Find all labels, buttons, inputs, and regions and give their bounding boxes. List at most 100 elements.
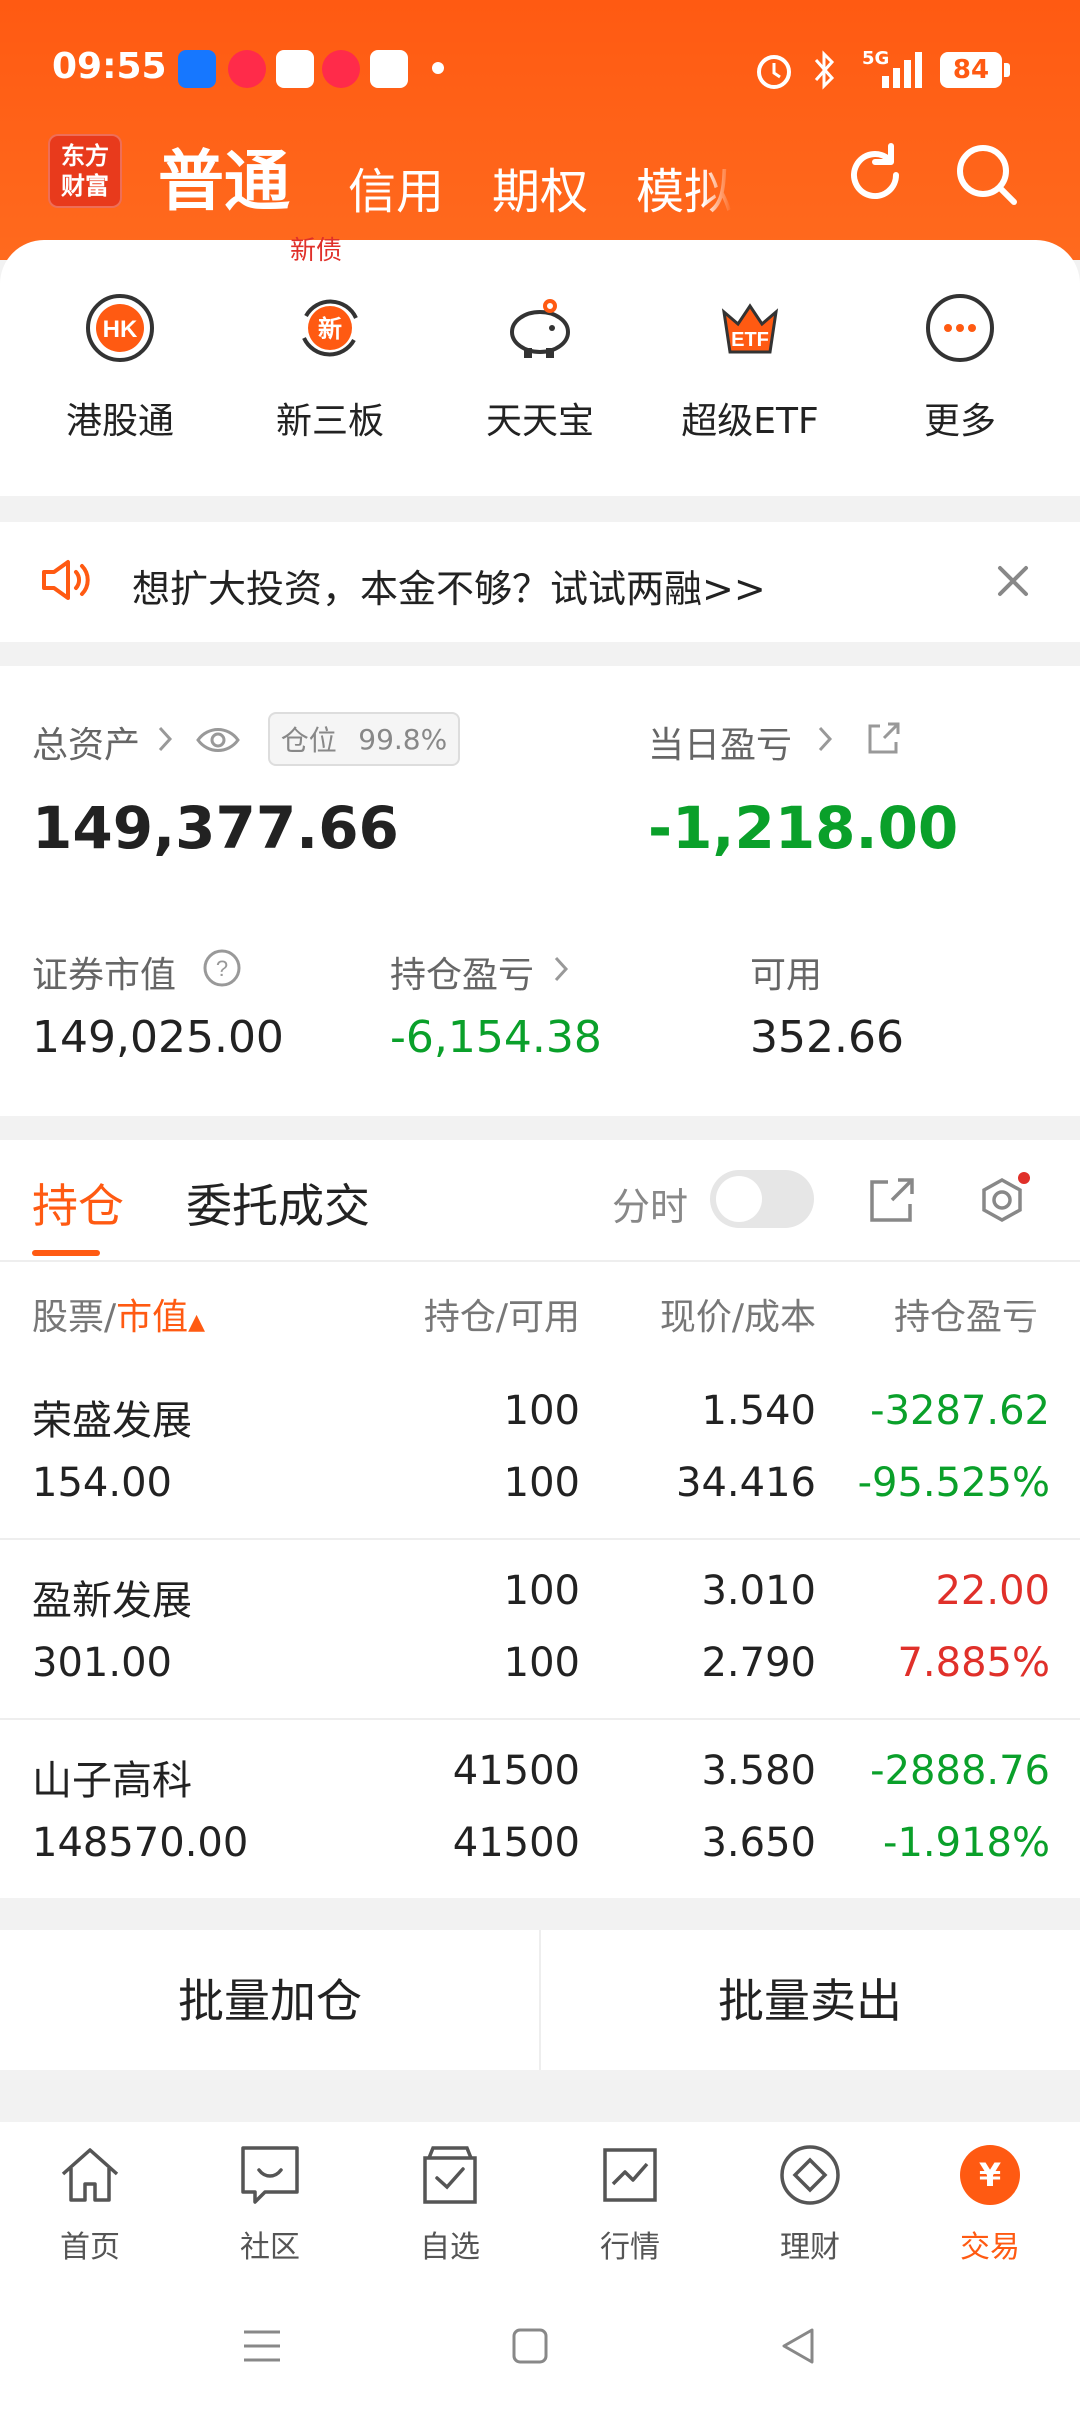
stock-cost: 3.650 [701,1820,816,1866]
quick-item-label: 天天宝 [485,401,594,442]
community-icon [241,2146,299,2204]
table-row[interactable] [0,1540,1080,1718]
notification-app-icon [370,50,408,88]
quick-item-new-third-board[interactable]: 新 新三板 [250,292,410,444]
daily-pnl-value: -1,218.00 [648,794,959,862]
refresh-icon[interactable] [840,140,910,210]
quick-item-super-etf[interactable]: ETF 超级ETF [670,292,830,444]
chevron-right-icon [554,956,569,982]
battery-indicator: 84 [940,52,1010,88]
stock-pnl-percent: -95.525% [857,1460,1050,1506]
column-header-price: 现价/成本 [659,1297,816,1338]
holding-pnl-label[interactable]: 持仓盈亏 [390,946,534,998]
back-icon[interactable] [776,2324,820,2368]
status-bar: 09:55 5G 84 [0,0,1080,140]
tab-regular[interactable]: 普通 [158,128,290,224]
stock-price: 3.580 [701,1748,816,1794]
settings-icon[interactable] [970,1168,1034,1232]
help-icon[interactable]: ? [202,948,242,988]
etf-crown-icon: ETF [721,303,779,354]
notification-app-icon [276,50,314,88]
bluetooth-icon [814,50,835,90]
nav-label: 理财 [780,2230,840,2265]
app-logo[interactable]: 东方 财富 [48,134,122,208]
notification-app-icon [178,50,216,88]
batch-add-button[interactable]: 批量加仓 [0,1965,540,2031]
stock-available: 100 [503,1460,580,1506]
status-time: 09:55 [52,46,167,87]
bottom-nav [0,2122,1080,2282]
nav-community[interactable]: 社区 [210,2140,330,2266]
batch-sell-button[interactable]: 批量卖出 [540,1965,1080,2031]
table-row[interactable] [0,1720,1080,1898]
column-header-stock[interactable]: 股票/市值▲ [32,1288,205,1340]
stock-price: 3.010 [701,1568,816,1614]
watchlist-icon [423,2146,477,2204]
total-assets-label[interactable]: 总资产 [32,716,140,768]
logo-line1: 东方 [61,142,109,170]
stock-cost: 34.416 [676,1460,816,1506]
piggy-bank-icon [510,299,570,358]
tab-credit[interactable]: 信用 [348,152,444,222]
column-market-value-label[interactable]: 市值 [116,1297,188,1338]
stock-market-value: 148570.00 [32,1820,249,1866]
divider [0,1260,1080,1262]
home-button-icon[interactable] [510,2326,550,2366]
nav-label: 交易 [960,2230,1020,2265]
svg-text:HK: HK [103,316,138,343]
stock-pnl-percent: -1.918% [883,1820,1050,1866]
nav-watchlist[interactable]: 自选 [390,2140,510,2266]
sort-icon[interactable]: ▲ [188,1310,205,1335]
more-icon [926,294,994,362]
nav-market[interactable]: 行情 [570,2140,690,2266]
promo-text[interactable]: 想扩大投资，本金不够？试试两融>> [132,558,766,613]
timeshare-toggle[interactable] [710,1170,814,1228]
tab-options[interactable]: 期权 [492,152,588,222]
holding-pnl-value: -6,154.38 [390,1012,602,1063]
hk-icon: HK [86,294,154,362]
stock-qty: 100 [503,1388,580,1434]
notification-app-icon [322,50,360,88]
quick-item-more[interactable]: 更多 [880,292,1040,444]
share-icon[interactable] [866,1174,918,1226]
column-stock-label: 股票/ [32,1297,117,1338]
nav-wealth[interactable]: 理财 [750,2140,870,2266]
chevron-right-icon [818,726,833,752]
position-ratio-pill: 仓位 99.8% [268,712,460,766]
position-ratio-value: 99.8% [358,722,448,756]
new-board-icon: 新 [302,299,358,357]
eye-icon[interactable] [194,720,242,760]
column-header-qty: 持仓/可用 [423,1297,580,1338]
total-assets-value: 149,377.66 [32,794,399,862]
market-icon [603,2148,657,2202]
stock-pnl: -3287.62 [870,1388,1050,1434]
nav-label: 社区 [240,2230,300,2265]
notification-app-icon [228,50,266,88]
tab-simulation[interactable]: 模拟 [636,152,732,222]
available-label: 可用 [750,955,823,996]
quick-item-hk-connect[interactable]: HK 港股通 [40,292,200,444]
market-value-label: 证券市值 [32,955,177,996]
stock-pnl: 22.00 [935,1568,1050,1614]
nav-trade[interactable]: ¥ 交易 [930,2140,1050,2266]
wealth-icon [780,2145,840,2205]
svg-text:¥: ¥ [979,2156,1001,2194]
quick-item-tiantianbao[interactable]: 天天宝 [460,292,620,444]
tab-orders[interactable]: 委托成交 [186,1170,370,1236]
quick-item-label: 超级ETF [681,401,819,442]
nav-label: 行情 [600,2230,660,2265]
menu-icon[interactable] [240,2326,284,2366]
external-link-icon[interactable] [864,720,902,758]
search-icon[interactable] [952,140,1022,210]
nav-home[interactable]: 首页 [30,2140,150,2266]
home-icon [61,2148,119,2202]
stock-price: 1.540 [701,1388,816,1434]
close-icon[interactable] [996,564,1030,598]
daily-pnl-label[interactable]: 当日盈亏 [648,716,792,768]
tab-holdings[interactable]: 持仓 [32,1170,124,1236]
stock-available: 100 [503,1640,580,1686]
svg-text:?: ? [216,956,228,981]
timeshare-label: 分时 [612,1185,689,1229]
status-dot [432,62,444,74]
new-bond-badge: 新债 [290,236,343,266]
